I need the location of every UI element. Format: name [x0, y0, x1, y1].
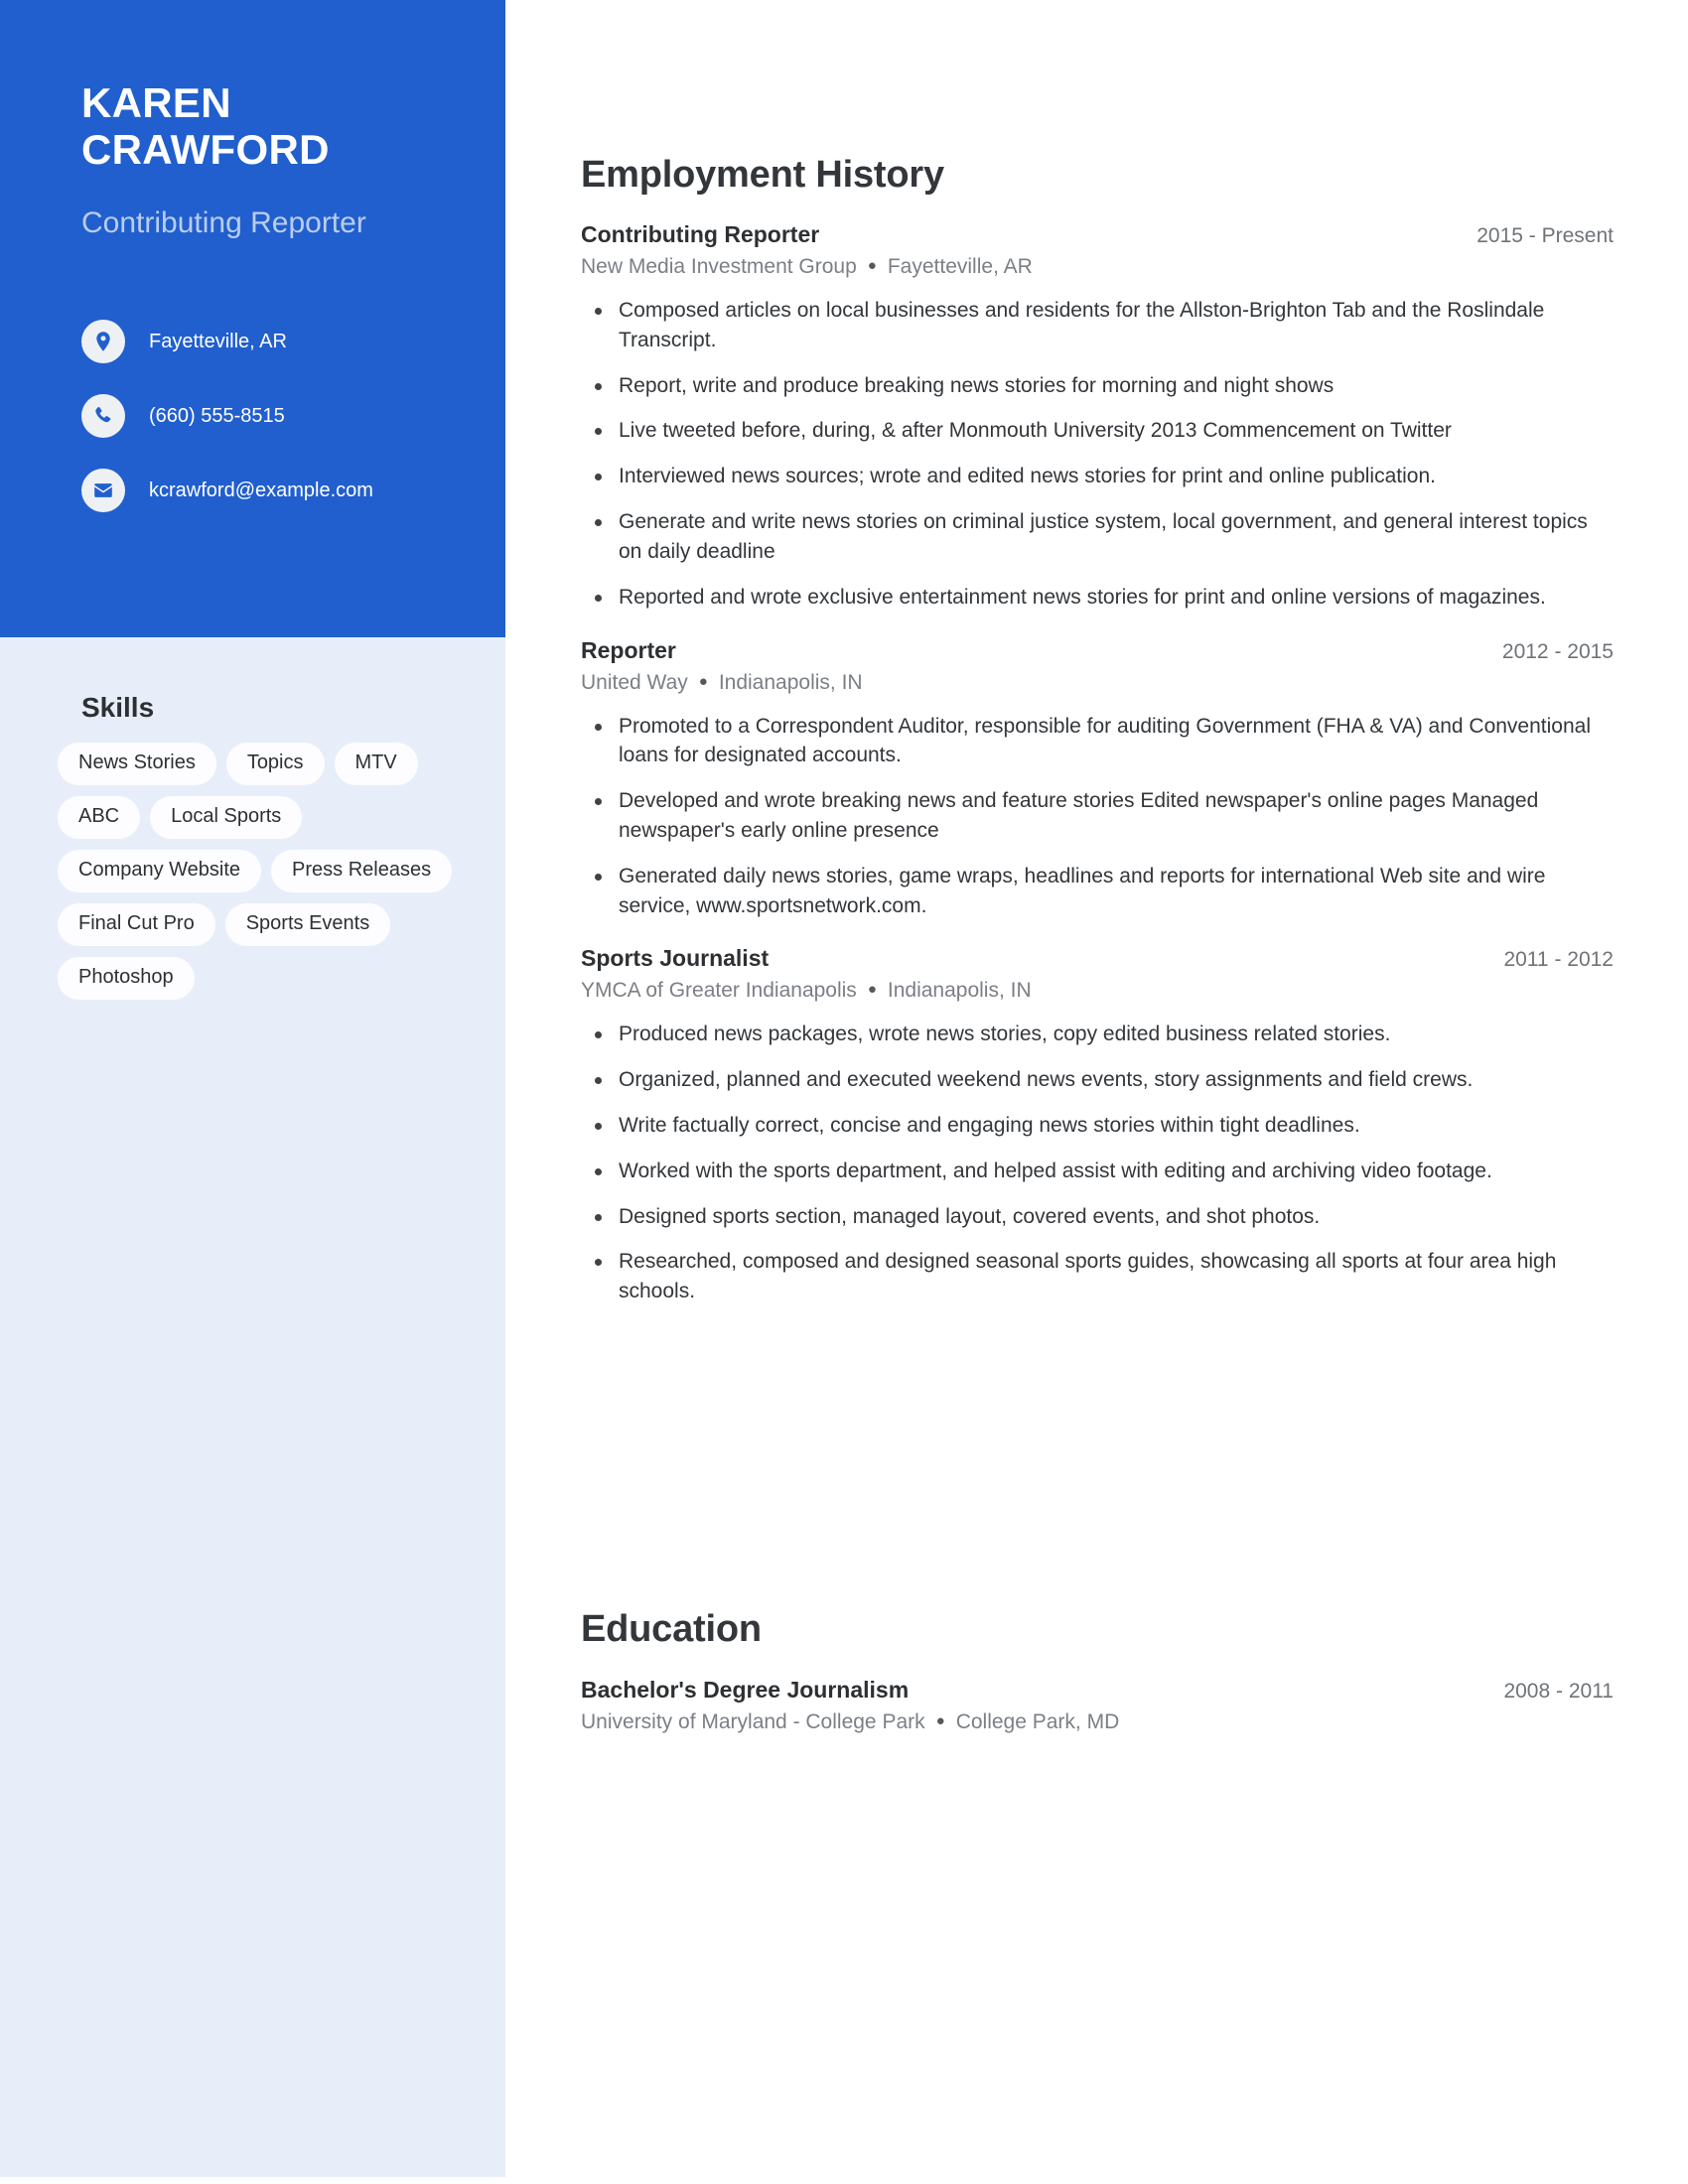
- education-entry: Bachelor's Degree Journalism 2008 - 2011 U…: [581, 1677, 1614, 1734]
- entry-location: Indianapolis, IN: [887, 979, 1032, 1003]
- entry-bullet: Promoted to a Correspondent Auditor, res…: [581, 712, 1614, 771]
- entry-bullet: Reported and wrote exclusive entertainme…: [581, 583, 1614, 613]
- meta-separator: ●: [867, 257, 877, 274]
- entry-meta: New Media Investment Group ● Fayetteville,…: [581, 255, 1614, 279]
- location-pin-icon: [81, 320, 125, 363]
- skill-pill[interactable]: News Stories: [58, 743, 216, 785]
- contact-phone[interactable]: (660) 555-8515: [81, 392, 479, 440]
- employment-heading: Employment History: [581, 154, 944, 196]
- entry-bullet: Interviewed news sources; wrote and edit…: [581, 462, 1614, 491]
- education-heading: Education: [581, 1608, 762, 1650]
- entry-bullet: Live tweeted before, during, & after Mon…: [581, 416, 1614, 446]
- skills-heading: Skills: [81, 692, 155, 723]
- entry-company: YMCA of Greater Indianapolis: [581, 979, 857, 1003]
- phone-icon: [81, 394, 125, 438]
- sidebar: KAREN CRAWFORD Contributing Reporter Fay…: [0, 0, 505, 2177]
- school-name: University of Maryland - College Park: [581, 1710, 925, 1733]
- profile-name: KAREN CRAWFORD: [81, 79, 479, 173]
- entry-meta: University of Maryland - College Park ● Co…: [581, 1710, 1614, 1734]
- entry-bullet: Researched, composed and designed season…: [581, 1247, 1614, 1306]
- skill-pill[interactable]: Final Cut Pro: [58, 903, 215, 946]
- meta-separator: ●: [867, 981, 877, 999]
- employment-entries: Contributing Reporter 2015 - Present New M…: [581, 221, 1614, 1306]
- contact-list: Fayetteville, AR (660) 555-8515 kcrawfor…: [81, 318, 479, 541]
- degree-dates: 2008 - 2011: [1503, 1680, 1614, 1703]
- entry-bullets: Produced news packages, wrote news stori…: [581, 1020, 1614, 1306]
- entry-header: Sports Journalist 2011 - 2012: [581, 945, 1614, 972]
- contact-location[interactable]: Fayetteville, AR: [81, 318, 479, 365]
- location-value: Fayetteville, AR: [149, 330, 287, 352]
- last-name: CRAWFORD: [81, 126, 330, 174]
- skills-list: News Stories Topics MTV ABC Local Sports Comp…: [58, 743, 475, 1011]
- entry-bullets: Composed articles on local businesses an…: [581, 296, 1614, 613]
- meta-separator: ●: [698, 672, 708, 690]
- entry-meta: United Way ● Indianapolis, IN: [581, 671, 1614, 695]
- meta-separator: ●: [935, 1712, 945, 1729]
- entry-location: Fayetteville, AR: [887, 255, 1033, 278]
- phone-value: (660) 555-8515: [149, 404, 285, 427]
- entry-bullet: Write factually correct, concise and eng…: [581, 1111, 1614, 1141]
- resume-page: KAREN CRAWFORD Contributing Reporter Fay…: [0, 0, 1688, 2184]
- skill-pill[interactable]: Photoshop: [58, 957, 195, 1000]
- employment-entry: Contributing Reporter 2015 - Present New M…: [581, 221, 1614, 613]
- entry-bullet: Produced news packages, wrote news stori…: [581, 1020, 1614, 1049]
- profile-header: KAREN CRAWFORD Contributing Reporter Fay…: [0, 0, 505, 637]
- entry-header: Contributing Reporter 2015 - Present: [581, 221, 1614, 248]
- skill-pill[interactable]: ABC: [58, 796, 141, 839]
- entry-bullet: Generated daily news stories, game wraps…: [581, 862, 1614, 921]
- entry-header: Reporter 2012 - 2015: [581, 637, 1614, 664]
- entry-bullets: Promoted to a Correspondent Auditor, res…: [581, 712, 1614, 921]
- email-icon: [81, 469, 125, 512]
- entry-location: Indianapolis, IN: [718, 670, 863, 694]
- entry-role: Sports Journalist: [581, 945, 770, 972]
- degree-title: Bachelor's Degree Journalism: [581, 1677, 910, 1703]
- school-location: College Park, MD: [955, 1710, 1120, 1733]
- skill-pill[interactable]: Topics: [225, 743, 325, 785]
- entry-company: United Way: [581, 670, 688, 694]
- entry-bullet: Composed articles on local businesses an…: [581, 296, 1614, 355]
- employment-section: Employment History Contributing Reporter…: [581, 154, 1614, 1322]
- entry-bullet: Worked with the sports department, and h…: [581, 1157, 1614, 1186]
- contact-email[interactable]: kcrawford@example.com: [81, 467, 479, 514]
- first-name: KAREN: [81, 79, 231, 126]
- entry-meta: YMCA of Greater Indianapolis ● Indianapoli…: [581, 979, 1614, 1003]
- skill-pill[interactable]: Local Sports: [150, 796, 303, 839]
- entry-role: Reporter: [581, 636, 676, 663]
- entry-role: Contributing Reporter: [581, 221, 820, 247]
- entry-dates: 2012 - 2015: [1501, 639, 1614, 663]
- education-entries: Bachelor's Degree Journalism 2008 - 2011 U…: [581, 1677, 1614, 1734]
- entry-dates: 2015 - Present: [1477, 224, 1614, 247]
- skill-pill[interactable]: Company Website: [58, 850, 262, 892]
- entry-header: Bachelor's Degree Journalism 2008 - 2011: [581, 1677, 1614, 1704]
- skill-pill[interactable]: MTV: [334, 743, 418, 785]
- education-section: Education Bachelor's Degree Journalism 20…: [581, 1608, 1614, 1734]
- entry-dates: 2011 - 2012: [1503, 948, 1614, 972]
- entry-bullet: Organized, planned and executed weekend …: [581, 1065, 1614, 1095]
- skill-pill[interactable]: Sports Events: [224, 903, 391, 946]
- entry-bullet: Designed sports section, managed layout,…: [581, 1202, 1614, 1232]
- profile-headline: Contributing Reporter: [81, 206, 366, 239]
- entry-bullet: Developed and wrote breaking news and fe…: [581, 786, 1614, 846]
- skill-pill[interactable]: Press Releases: [271, 850, 453, 892]
- entry-bullet: Report, write and produce breaking news …: [581, 371, 1614, 401]
- employment-entry: Sports Journalist 2011 - 2012 YMCA of Grea…: [581, 945, 1614, 1306]
- entry-bullet: Generate and write news stories on crimi…: [581, 507, 1614, 567]
- entry-company: New Media Investment Group: [581, 255, 857, 278]
- employment-entry: Reporter 2012 - 2015 United Way ● Indianapol…: [581, 637, 1614, 921]
- email-value: kcrawford@example.com: [149, 478, 373, 501]
